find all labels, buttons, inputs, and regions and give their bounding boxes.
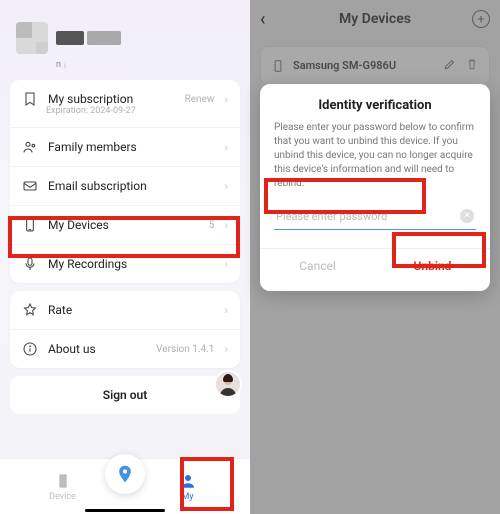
profile-name [56, 31, 121, 45]
chevron-right-icon: › [224, 179, 228, 193]
star-icon [22, 302, 38, 318]
chevron-right-icon: › [224, 218, 228, 232]
unbind-button[interactable]: Unbind [375, 249, 490, 283]
tab-device[interactable]: Device [33, 472, 93, 502]
label: Family members [48, 140, 214, 154]
settings-screen: n› My subscription Renew › Expiration: 2… [0, 0, 250, 514]
location-icon [115, 464, 135, 484]
identity-verification-modal: Identity verification Please enter your … [260, 84, 490, 291]
expiration-text: Expiration: 2024-09-27 [46, 106, 136, 116]
support-avatar[interactable] [214, 370, 242, 398]
device-count: 5 [209, 220, 215, 231]
row-about[interactable]: About us Version 1.4.1 › [10, 330, 240, 368]
label: My Recordings [48, 257, 214, 271]
label: My Devices [48, 218, 199, 232]
device-tab-icon [54, 472, 72, 490]
profile-row[interactable] [0, 0, 250, 64]
row-my-devices[interactable]: My Devices 5 › [10, 206, 240, 245]
row-recordings[interactable]: My Recordings › [10, 245, 240, 283]
home-indicator [85, 509, 165, 512]
row-subscription[interactable]: My subscription Renew › Expiration: 2024… [10, 80, 240, 128]
row-email-sub[interactable]: Email subscription › [10, 167, 240, 206]
chevron-right-icon: › [224, 303, 228, 317]
menu-card-1: My subscription Renew › Expiration: 2024… [10, 80, 240, 283]
chevron-right-icon: › [224, 342, 228, 356]
modal-title: Identity verification [274, 98, 476, 113]
chevron-right-icon: › [224, 92, 228, 106]
signout-label: Sign out [103, 388, 147, 402]
mail-icon [22, 178, 38, 194]
cancel-button[interactable]: Cancel [260, 249, 375, 283]
chevron-right-icon: › [224, 140, 228, 154]
label: Rate [48, 303, 214, 317]
row-family[interactable]: Family members › [10, 128, 240, 167]
menu-card-2: Rate › About us Version 1.4.1 › [10, 291, 240, 368]
label: My subscription [48, 92, 175, 106]
device-icon [22, 217, 38, 233]
clear-input-button[interactable]: ✕ [460, 209, 474, 223]
version-text: Version 1.4.1 [156, 344, 214, 355]
modal-actions: Cancel Unbind [260, 248, 490, 283]
modal-body: Please enter your password below to conf… [274, 121, 476, 191]
avatar [16, 22, 48, 54]
info-icon [22, 341, 38, 357]
profile-subtext: n› [56, 58, 250, 72]
password-field-wrapper: ✕ [274, 203, 476, 230]
label: About us [48, 342, 146, 356]
bookmark-icon [22, 91, 38, 107]
password-input[interactable] [276, 210, 454, 223]
signout-button[interactable]: Sign out [10, 376, 240, 414]
row-rate[interactable]: Rate › [10, 291, 240, 330]
renew-label: Renew [185, 94, 215, 105]
person-icon [179, 472, 197, 490]
mic-icon [22, 256, 38, 272]
devices-screen: ‹ My Devices + Samsung SM-G986U Identity… [250, 0, 500, 514]
tab-label: My [181, 492, 193, 502]
chevron-right-icon: › [224, 257, 228, 271]
tab-label: Device [49, 492, 76, 502]
label: Email subscription [48, 179, 214, 193]
tab-location[interactable] [105, 454, 145, 494]
family-icon [22, 139, 38, 155]
tab-bar: Device My [0, 458, 250, 514]
tab-my[interactable]: My [158, 472, 218, 502]
